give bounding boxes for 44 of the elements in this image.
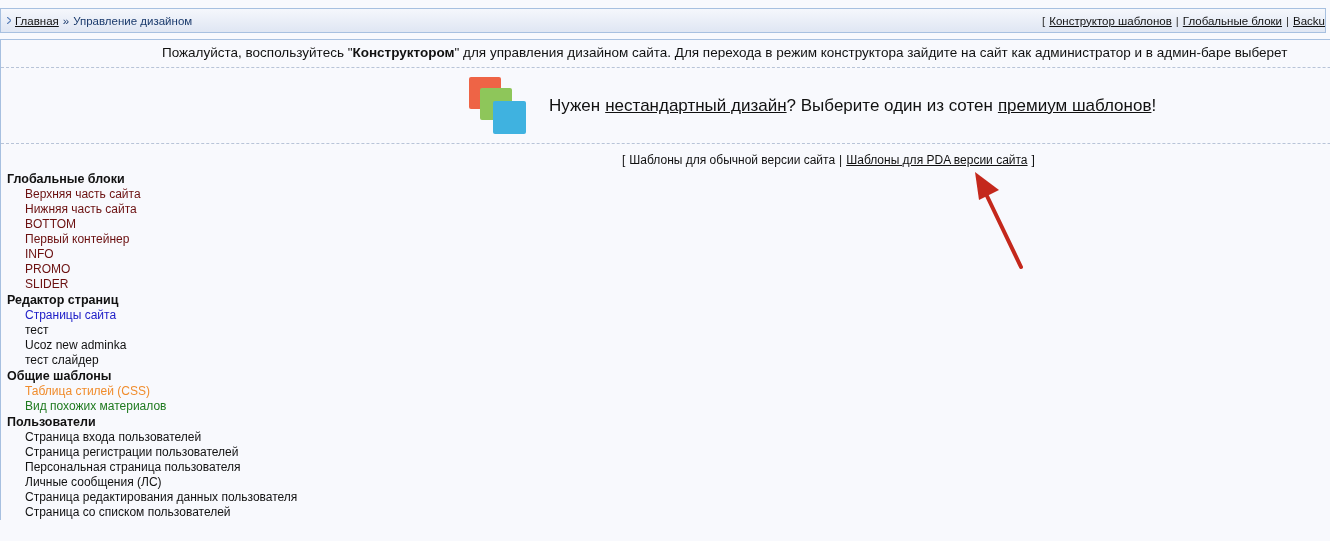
template-link[interactable]: Вид похожих материалов [7, 399, 167, 414]
top-link[interactable]: Глобальные блоки [1182, 14, 1283, 27]
chevron-icon [7, 17, 11, 24]
template-link[interactable]: Верхняя часть сайта [7, 187, 141, 202]
template-link[interactable]: PROMO [7, 262, 71, 277]
bracket: [ [1042, 14, 1046, 27]
template-link[interactable]: Страница со списком пользователей [7, 505, 231, 520]
template-link[interactable]: Ucoz new adminka [7, 338, 127, 353]
group-title: Глобальные блоки [7, 172, 126, 187]
group-title: Общие шаблоны [7, 369, 113, 384]
template-link[interactable]: Нижняя часть сайта [7, 202, 137, 217]
template-link[interactable]: Первый контейнер [7, 232, 130, 247]
template-link[interactable]: Страница редактирования данных пользователя [7, 490, 298, 505]
bracket: ] [1031, 153, 1035, 167]
top-link[interactable]: Backu [1293, 14, 1325, 27]
template-link[interactable]: Персональная страница пользователя [7, 460, 241, 475]
pda-templates-link[interactable]: Шаблоны для PDA версии сайта [846, 153, 1028, 167]
home-link[interactable]: Главная [15, 14, 59, 27]
link-divider: | [1286, 14, 1290, 27]
promo-text: ? Выберите один из сотен [786, 95, 993, 116]
template-link[interactable]: SLIDER [7, 277, 69, 292]
promo-text: Нужен [549, 95, 601, 116]
exclamation: ! [1151, 95, 1157, 116]
link-divider: | [839, 153, 843, 167]
premium-templates-link[interactable]: премиум шаблонов [997, 95, 1152, 116]
bracket: [ [622, 153, 626, 167]
current-page: Управление дизайном [73, 14, 193, 27]
template-link[interactable]: Страницы сайта [7, 308, 117, 323]
template-link[interactable]: Страница входа пользователей [7, 430, 202, 445]
overlapping-squares-logo-icon [469, 76, 527, 135]
template-link[interactable]: Личные сообщения (ЛС) [7, 475, 162, 490]
custom-design-link[interactable]: нестандартный дизайн [605, 95, 787, 116]
template-link[interactable]: тест [7, 323, 49, 338]
template-link[interactable]: тест слайдер [7, 353, 99, 368]
top-link[interactable]: Конструктор шаблонов [1049, 14, 1172, 27]
group-title: Пользователи [7, 415, 97, 430]
link-divider: | [1175, 14, 1179, 27]
current-template-type: Шаблоны для обычной версии сайта [629, 153, 836, 167]
breadcrumb-separator: » [62, 14, 70, 27]
template-link[interactable]: INFO [7, 247, 54, 262]
template-link[interactable]: Страница регистрации пользователей [7, 445, 239, 460]
group-title: Редактор страниц [7, 293, 120, 308]
template-link[interactable]: BOTTOM [7, 217, 77, 232]
notice-text: Пожалуйста, воспользуйтесь "Конструктором" для управления дизайном сайта. Для перехода в режим конструктора зайдите на сайт как администратор и в админ-баре выберет [161, 44, 1289, 62]
